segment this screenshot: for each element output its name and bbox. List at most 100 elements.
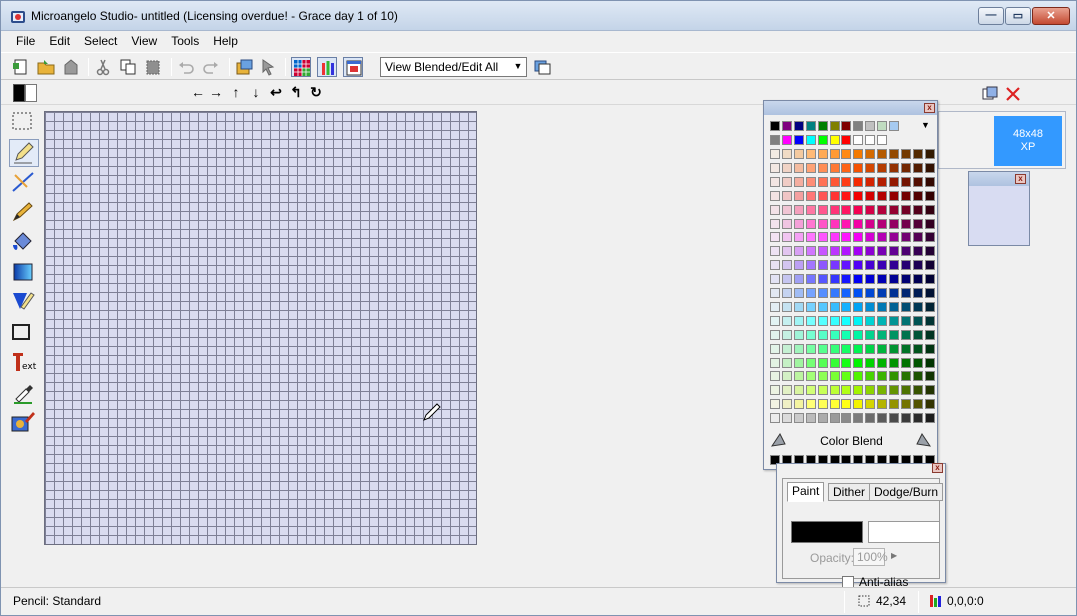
palette-color-cell[interactable] (889, 190, 899, 201)
palette-color-cell[interactable] (924, 413, 935, 424)
palette-color-cell[interactable] (793, 357, 804, 368)
palette-color-cell[interactable] (770, 135, 780, 145)
palette-color-cell[interactable] (781, 301, 792, 312)
palette-color-cell[interactable] (770, 162, 780, 173)
palette-color-cell[interactable] (853, 218, 864, 229)
palette-color-cell[interactable] (770, 385, 780, 396)
palette-color-cell[interactable] (865, 204, 876, 215)
palette-color-cell[interactable] (924, 232, 935, 243)
palette-close-icon[interactable]: x (924, 103, 935, 113)
palette-color-cell[interactable] (865, 149, 876, 159)
palette-color-cell[interactable] (770, 315, 780, 326)
palette-color-cell[interactable] (817, 176, 828, 187)
palette-color-cell[interactable] (805, 204, 816, 215)
palette-color-cell[interactable] (865, 190, 876, 201)
palette-color-cell[interactable] (829, 162, 840, 173)
palette-color-cell[interactable] (865, 371, 876, 382)
palette-color-cell[interactable] (900, 190, 911, 201)
palette-color-cell[interactable] (877, 204, 888, 215)
palette-color-cell[interactable] (853, 274, 864, 285)
palette-color-cell[interactable] (853, 149, 864, 159)
palette-color-cell[interactable] (781, 357, 792, 368)
save-button[interactable] (61, 57, 81, 77)
palette-color-cell[interactable] (805, 385, 816, 396)
format-48x48-xp[interactable]: 48x48 XP (994, 116, 1062, 166)
palette-color-cell[interactable] (912, 246, 923, 257)
palette-color-cell[interactable] (805, 135, 816, 145)
paint-panel-close-icon[interactable]: x (932, 463, 943, 473)
palette-color-cell[interactable] (877, 329, 888, 340)
palette-color-cell[interactable] (817, 218, 828, 229)
palette-color-cell[interactable] (841, 176, 852, 187)
palette-color-cell[interactable] (853, 371, 864, 382)
palette-color-cell[interactable] (865, 246, 876, 257)
delete-image-icon[interactable] (1004, 85, 1022, 103)
opacity-spin-icon[interactable]: ▶ (891, 551, 897, 560)
palette-color-cell[interactable] (865, 260, 876, 271)
duplicate-image-icon[interactable] (981, 85, 999, 103)
palette-color-cell[interactable] (805, 399, 816, 410)
palette-color-cell[interactable] (829, 301, 840, 312)
palette-color-cell[interactable] (900, 149, 911, 159)
view-options-button[interactable] (533, 57, 553, 77)
palette-color-cell[interactable] (889, 204, 899, 215)
palette-color-cell[interactable] (912, 301, 923, 312)
palette-color-cell[interactable] (793, 274, 804, 285)
palette-color-cell[interactable] (912, 274, 923, 285)
new-button[interactable] (11, 57, 31, 77)
palette-color-cell[interactable] (829, 413, 840, 424)
palette-color-cell[interactable] (770, 176, 780, 187)
palette-color-cell[interactable] (781, 399, 792, 410)
palette-color-cell[interactable] (770, 232, 780, 243)
palette-color-cell[interactable] (841, 301, 852, 312)
view-colors-button[interactable] (317, 57, 337, 77)
palette-color-cell[interactable] (841, 371, 852, 382)
palette-color-cell[interactable] (817, 190, 828, 201)
palette-color-cell[interactable] (781, 149, 792, 159)
palette-color-cell[interactable] (829, 149, 840, 159)
palette-color-cell[interactable] (793, 315, 804, 326)
maximize-button[interactable]: ▭ (1005, 7, 1031, 25)
palette-color-cell[interactable] (865, 176, 876, 187)
palette-color-cell[interactable] (770, 149, 780, 159)
brush-tool[interactable] (9, 199, 39, 227)
rotate-icon[interactable]: ↻ (307, 84, 325, 101)
pencil-tool[interactable] (9, 139, 39, 167)
palette-color-cell[interactable] (770, 371, 780, 382)
palette-color-cell[interactable] (865, 232, 876, 243)
palette-color-cell[interactable] (877, 232, 888, 243)
palette-color-cell[interactable] (889, 329, 899, 340)
palette-color-cell[interactable] (900, 260, 911, 271)
palette-color-cell[interactable] (817, 274, 828, 285)
palette-color-cell[interactable] (912, 162, 923, 173)
palette-color-cell[interactable] (900, 385, 911, 396)
palette-color-cell[interactable] (889, 343, 899, 354)
palette-color-cell[interactable] (877, 315, 888, 326)
palette-color-cell[interactable] (912, 218, 923, 229)
palette-color-cell[interactable] (841, 385, 852, 396)
palette-color-cell[interactable] (793, 190, 804, 201)
palette-color-cell[interactable] (770, 357, 780, 368)
palette-color-cell[interactable] (793, 149, 804, 159)
palette-color-cell[interactable] (817, 121, 828, 131)
palette-color-cell[interactable] (781, 176, 792, 187)
palette-color-cell[interactable] (770, 329, 780, 340)
palette-color-cell[interactable] (877, 121, 888, 131)
palette-color-cell[interactable] (817, 260, 828, 271)
palette-color-cell[interactable] (912, 232, 923, 243)
title-bar[interactable]: Microangelo Studio- untitled (Licensing … (1, 1, 1076, 31)
palette-color-cell[interactable] (889, 371, 899, 382)
palette-color-cell[interactable] (865, 413, 876, 424)
preview-close-icon[interactable]: x (1015, 174, 1026, 184)
palette-color-cell[interactable] (805, 315, 816, 326)
palette-color-cell[interactable] (877, 162, 888, 173)
palette-color-cell[interactable] (770, 246, 780, 257)
palette-color-cell[interactable] (865, 121, 876, 131)
palette-color-cell[interactable] (853, 343, 864, 354)
palette-color-cell[interactable] (817, 301, 828, 312)
palette-color-cell[interactable] (865, 399, 876, 410)
palette-color-cell[interactable] (877, 413, 888, 424)
palette-color-cell[interactable] (889, 232, 899, 243)
palette-color-cell[interactable] (853, 315, 864, 326)
palette-color-cell[interactable] (770, 204, 780, 215)
